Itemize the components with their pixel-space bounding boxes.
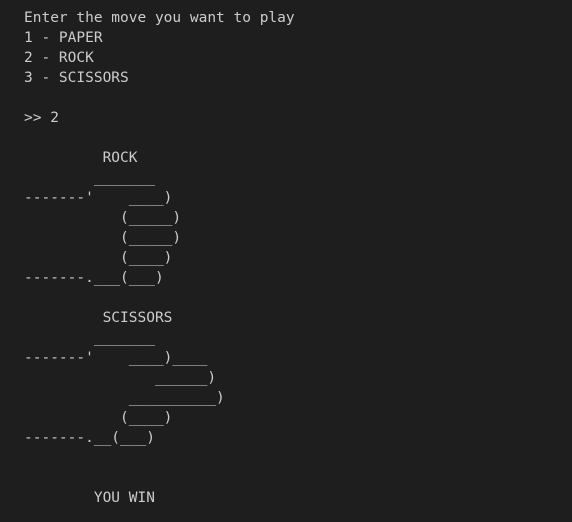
scissors-art-line: -------' ____)____	[24, 350, 208, 366]
computer-move-title: SCISSORS	[24, 310, 173, 326]
scissors-art-line: ______)	[24, 370, 217, 386]
player-move-title: ROCK	[24, 150, 138, 166]
scissors-art-line: _______	[24, 330, 155, 346]
rock-art-line: (____)	[24, 250, 173, 266]
prompt-line: Enter the move you want to play	[24, 10, 295, 26]
terminal-output: Enter the move you want to play 1 - PAPE…	[0, 0, 572, 522]
rock-art-line: -------.___(___)	[24, 270, 164, 286]
scissors-art-line: -------.__(___)	[24, 430, 155, 446]
scissors-art-line: __________)	[24, 390, 225, 406]
user-input-line: >> 2	[24, 110, 59, 126]
scissors-art-line: (____)	[24, 410, 173, 426]
rock-art-line: (_____)	[24, 230, 182, 246]
option-scissors: 3 - SCISSORS	[24, 70, 129, 86]
rock-art-line: _______	[24, 170, 155, 186]
option-paper: 1 - PAPER	[24, 30, 103, 46]
result-text: YOU WIN	[24, 490, 155, 506]
option-rock: 2 - ROCK	[24, 50, 94, 66]
rock-art-line: -------' ____)	[24, 190, 173, 206]
rock-art-line: (_____)	[24, 210, 182, 226]
